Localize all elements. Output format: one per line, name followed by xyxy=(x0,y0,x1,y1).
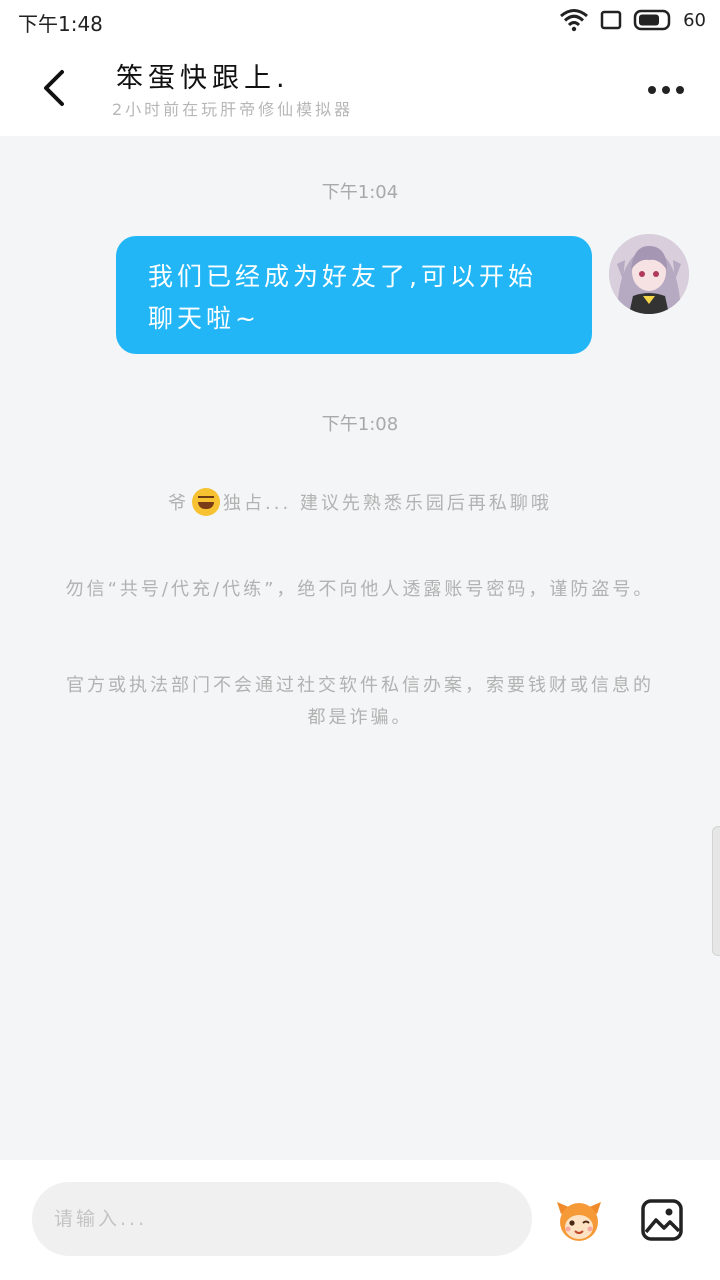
laughing-emoji-icon xyxy=(192,488,221,516)
status-time: 下午1:48 xyxy=(18,12,103,36)
image-button[interactable] xyxy=(640,1198,684,1242)
avatar[interactable] xyxy=(609,234,689,314)
battery-icon xyxy=(633,9,671,31)
more-button[interactable] xyxy=(640,72,692,108)
notice-account-safety: 勿信“共号/代充/代练”，绝不向他人透露账号密码，谨防盗号。 xyxy=(65,579,655,600)
chat-area[interactable]: 下午1:04 我们已经成为好友了,可以开始聊天啦~ 下午1:08 爷 独占... … xyxy=(0,136,720,1160)
system-message-prefix: 爷 xyxy=(168,493,190,514)
status-icons: 60 xyxy=(559,6,706,34)
avatar-image xyxy=(609,234,689,314)
message-bubble[interactable]: 我们已经成为好友了,可以开始聊天啦~ xyxy=(116,236,592,354)
message-input[interactable] xyxy=(32,1182,532,1256)
wifi-icon xyxy=(560,9,589,32)
back-button[interactable] xyxy=(30,64,78,112)
system-message-text: 独占... 建议先熟悉乐园后再私聊哦 xyxy=(223,493,552,514)
scroll-handle[interactable] xyxy=(712,826,720,956)
emoji-button[interactable] xyxy=(555,1196,603,1244)
input-bar xyxy=(0,1160,720,1280)
timestamp: 下午1:04 xyxy=(321,182,399,203)
contact-activity: 2小时前在玩肝帝修仙模拟器 xyxy=(112,100,354,119)
timestamp: 下午1:08 xyxy=(321,414,399,435)
chat-header: 笨蛋快跟上. 2小时前在玩肝帝修仙模拟器 xyxy=(0,40,720,136)
chevron-left-icon xyxy=(44,70,64,106)
notice-fraud-warning: 官方或执法部门不会通过社交软件私信办案，索要钱财或信息的都是诈骗。 xyxy=(66,675,654,728)
more-horizontal-icon xyxy=(648,86,656,94)
status-bar: 下午1:48 60 xyxy=(0,0,720,40)
screen-icon xyxy=(600,10,622,30)
battery-level: 60 xyxy=(683,9,706,31)
image-icon xyxy=(641,1199,683,1241)
system-message: 爷 独占... 建议先熟悉乐园后再私聊哦 xyxy=(0,488,720,516)
contact-name: 笨蛋快跟上. xyxy=(116,63,290,94)
mascot-emoji-icon xyxy=(557,1202,601,1241)
